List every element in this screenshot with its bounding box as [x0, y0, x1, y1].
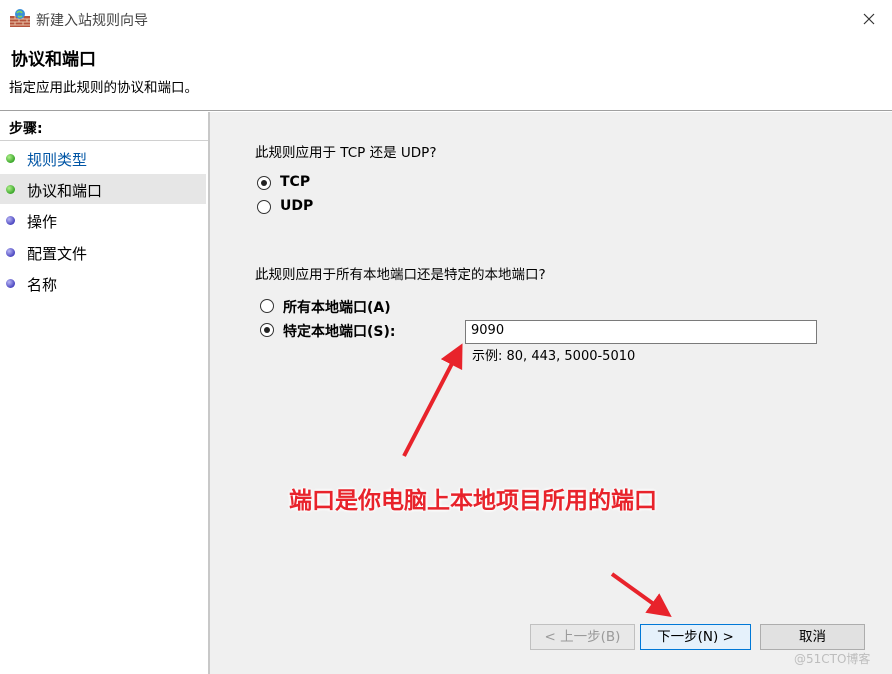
annotation-arrows	[402, 343, 672, 618]
arrow-to-port-input	[402, 343, 463, 457]
arrow-to-next-button	[610, 572, 672, 618]
